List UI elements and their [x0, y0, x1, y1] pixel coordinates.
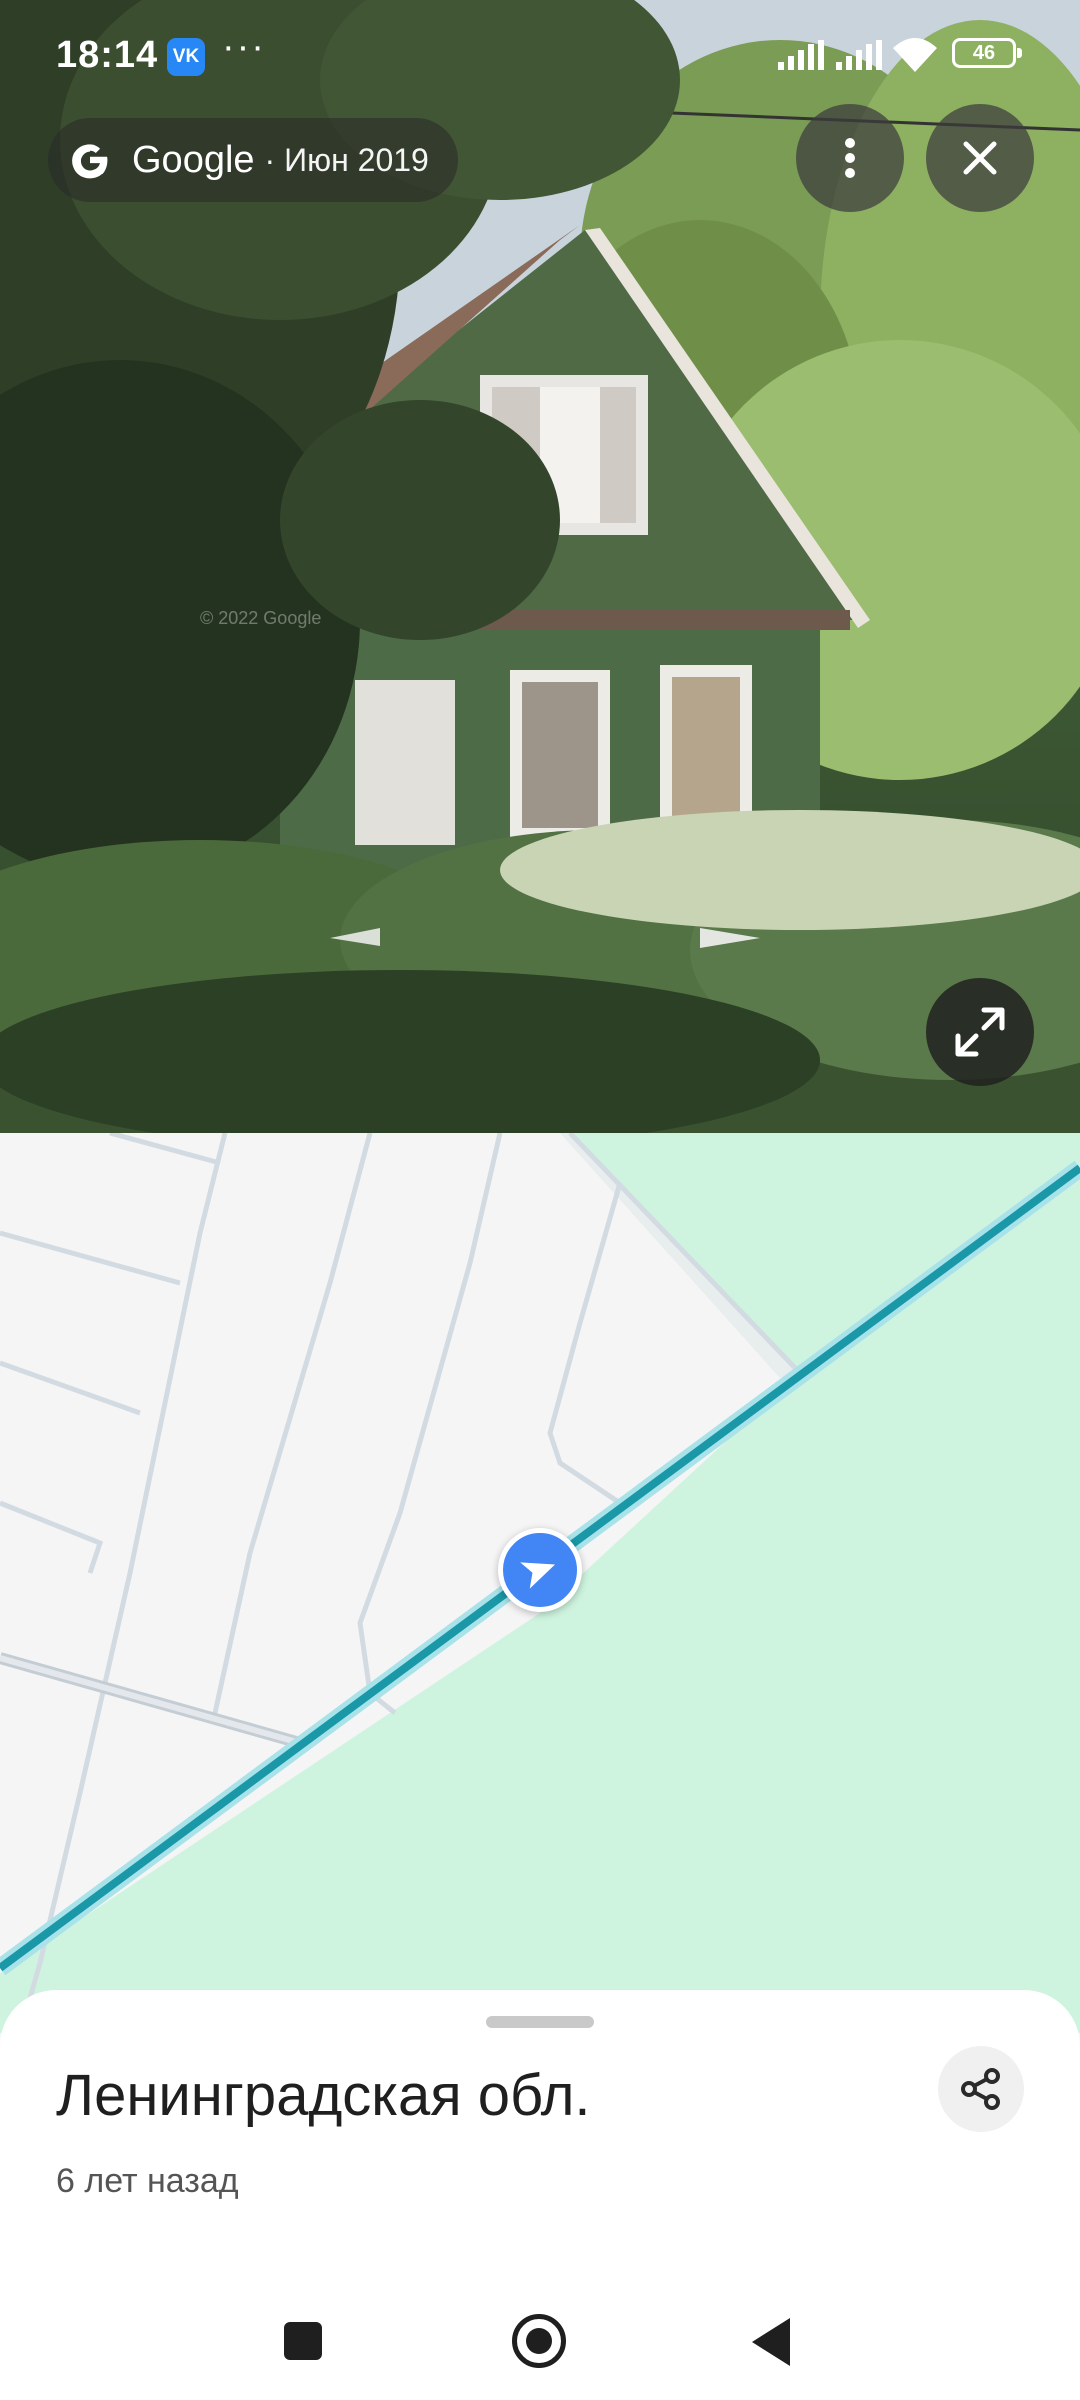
imagery-attribution[interactable]: Google · Июн 2019 — [48, 118, 458, 202]
fullscreen-button[interactable] — [926, 978, 1034, 1086]
wifi-icon — [893, 38, 937, 72]
back-icon[interactable] — [752, 2318, 790, 2366]
google-g-icon — [72, 144, 108, 179]
attribution-brand: Google — [132, 138, 255, 181]
capture-date: · Июн 2019 — [264, 141, 429, 178]
more-vert-icon — [845, 138, 855, 178]
navigation-arrow-icon — [520, 1562, 556, 1589]
signal-icon-2 — [836, 40, 882, 70]
close-button[interactable] — [926, 104, 1034, 212]
copyright-text: © 2022 Google — [200, 608, 322, 628]
share-button[interactable] — [938, 2046, 1024, 2132]
home-icon[interactable] — [512, 2314, 566, 2368]
status-time: 18:14 — [56, 34, 159, 76]
system-navigation-bar — [0, 2290, 1080, 2400]
current-position-marker[interactable] — [498, 1528, 582, 1612]
drag-handle[interactable] — [486, 2016, 594, 2028]
signal-icon — [778, 40, 824, 70]
more-notifications-icon: ··· — [222, 26, 266, 68]
share-icon — [961, 2068, 1000, 2110]
more-options-button[interactable] — [796, 104, 904, 212]
expand-icon — [955, 1007, 1005, 1057]
status-bar: 18:14 VK ··· 46 — [0, 0, 1080, 112]
recents-icon[interactable] — [284, 2322, 322, 2360]
place-subtitle: 6 лет назад — [56, 2162, 239, 2200]
place-title: Ленинградская обл. — [56, 2063, 591, 2128]
close-icon — [963, 141, 997, 175]
battery-icon: 46 — [952, 38, 1022, 68]
vk-notification-icon: VK — [167, 38, 205, 76]
